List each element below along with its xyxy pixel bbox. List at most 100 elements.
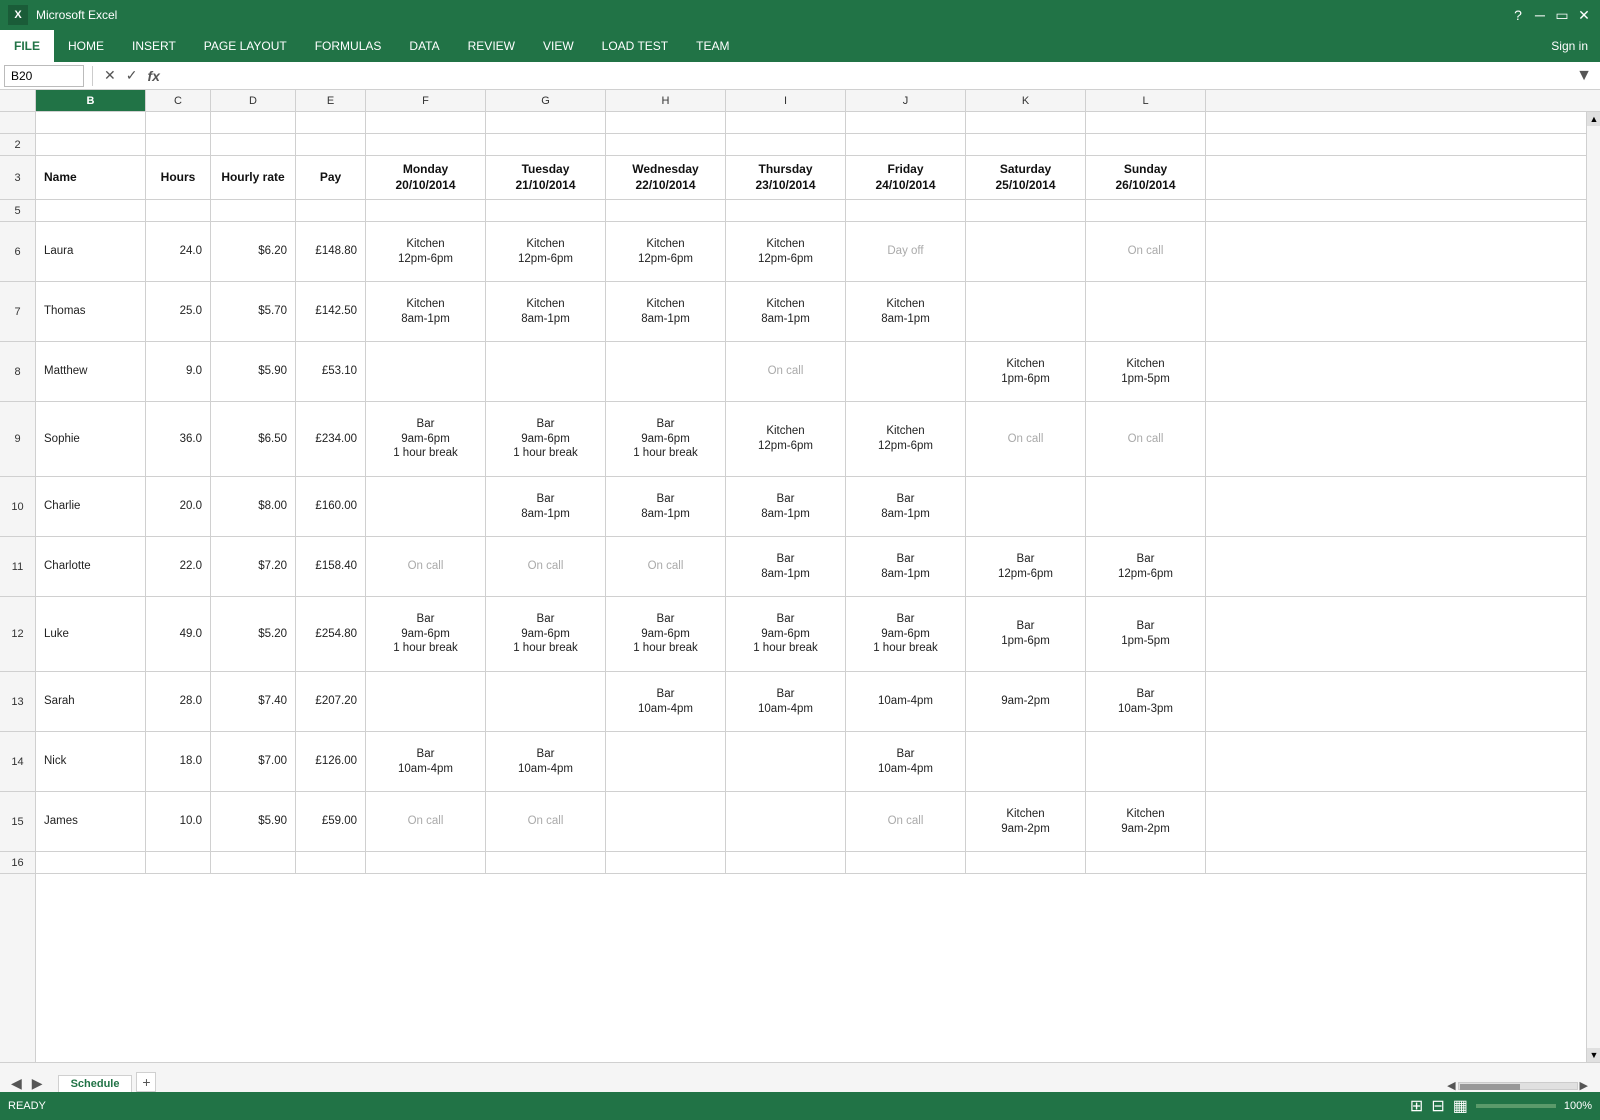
cell-f1[interactable] <box>366 112 486 133</box>
cell-sarah-sun[interactable]: Bar10am-3pm <box>1086 672 1206 731</box>
cell-h2[interactable] <box>606 134 726 155</box>
cell-thomas-hours[interactable]: 25.0 <box>146 282 211 341</box>
col-header-k[interactable]: K <box>966 90 1086 111</box>
col-header-c[interactable]: C <box>146 90 211 111</box>
cell-d16[interactable] <box>211 852 296 873</box>
cell-g5[interactable] <box>486 200 606 221</box>
cell-thomas-sun[interactable] <box>1086 282 1206 341</box>
col-header-i[interactable]: I <box>726 90 846 111</box>
cell-d2[interactable] <box>211 134 296 155</box>
cell-nick-hours[interactable]: 18.0 <box>146 732 211 791</box>
cell-james-rate[interactable]: $5.90 <box>211 792 296 851</box>
cell-charlotte-sun[interactable]: Bar12pm-6pm <box>1086 537 1206 596</box>
cell-sarah-hours[interactable]: 28.0 <box>146 672 211 731</box>
cell-f2[interactable] <box>366 134 486 155</box>
cell-sophie-wed[interactable]: Bar9am-6pm1 hour break <box>606 402 726 476</box>
cell-hourlyrate-header[interactable]: Hourly rate <box>211 156 296 199</box>
cell-thomas-mon[interactable]: Kitchen8am-1pm <box>366 282 486 341</box>
tab-insert[interactable]: INSERT <box>118 30 190 62</box>
cell-sophie-mon[interactable]: Bar9am-6pm1 hour break <box>366 402 486 476</box>
cell-matthew-name[interactable]: Matthew <box>36 342 146 401</box>
cell-e16[interactable] <box>296 852 366 873</box>
zoom-slider[interactable] <box>1476 1104 1556 1108</box>
sheet-tab-schedule[interactable]: Schedule <box>58 1075 133 1092</box>
cell-laura-mon[interactable]: Kitchen12pm-6pm <box>366 222 486 281</box>
cell-sarah-thu[interactable]: Bar10am-4pm <box>726 672 846 731</box>
cell-monday-header[interactable]: Monday 20/10/2014 <box>366 156 486 199</box>
cell-luke-tue[interactable]: Bar9am-6pm1 hour break <box>486 597 606 671</box>
cell-d1[interactable] <box>211 112 296 133</box>
cell-j5[interactable] <box>846 200 966 221</box>
cell-l16[interactable] <box>1086 852 1206 873</box>
cell-i5[interactable] <box>726 200 846 221</box>
cell-thomas-fri[interactable]: Kitchen8am-1pm <box>846 282 966 341</box>
cell-luke-sat[interactable]: Bar1pm-6pm <box>966 597 1086 671</box>
cell-nick-fri[interactable]: Bar10am-4pm <box>846 732 966 791</box>
confirm-formula-btn[interactable]: ✓ <box>123 67 141 84</box>
cell-james-hours[interactable]: 10.0 <box>146 792 211 851</box>
cell-hours-header[interactable]: Hours <box>146 156 211 199</box>
insert-function-btn[interactable]: fx <box>144 68 162 84</box>
cell-charlotte-thu[interactable]: Bar8am-1pm <box>726 537 846 596</box>
cell-g16[interactable] <box>486 852 606 873</box>
cell-laura-wed[interactable]: Kitchen12pm-6pm <box>606 222 726 281</box>
scroll-down-btn[interactable]: ▼ <box>1587 1048 1600 1062</box>
cell-b1[interactable] <box>36 112 146 133</box>
cell-luke-sun[interactable]: Bar1pm-5pm <box>1086 597 1206 671</box>
cell-l1[interactable] <box>1086 112 1206 133</box>
cell-sunday-header[interactable]: Sunday 26/10/2014 <box>1086 156 1206 199</box>
col-header-g[interactable]: G <box>486 90 606 111</box>
cell-nick-name[interactable]: Nick <box>36 732 146 791</box>
cell-d5[interactable] <box>211 200 296 221</box>
cell-luke-hours[interactable]: 49.0 <box>146 597 211 671</box>
cell-charlotte-name[interactable]: Charlotte <box>36 537 146 596</box>
cell-charlie-hours[interactable]: 20.0 <box>146 477 211 536</box>
formula-expand-btn[interactable]: ▼ <box>1572 67 1596 85</box>
horizontal-scroll-track[interactable] <box>1458 1082 1578 1090</box>
cell-sarah-rate[interactable]: $7.40 <box>211 672 296 731</box>
cell-nick-thu[interactable] <box>726 732 846 791</box>
cell-l2[interactable] <box>1086 134 1206 155</box>
col-header-b[interactable]: B <box>36 90 146 111</box>
view-layout-btn[interactable]: ⊟ <box>1431 1096 1444 1116</box>
cell-sophie-name[interactable]: Sophie <box>36 402 146 476</box>
sheet-scroll-right[interactable]: ▶ <box>1580 1079 1588 1092</box>
cell-matthew-sat[interactable]: Kitchen1pm-6pm <box>966 342 1086 401</box>
cell-luke-fri[interactable]: Bar9am-6pm1 hour break <box>846 597 966 671</box>
cell-h5[interactable] <box>606 200 726 221</box>
cell-nick-rate[interactable]: $7.00 <box>211 732 296 791</box>
col-header-e[interactable]: E <box>296 90 366 111</box>
cell-nick-sat[interactable] <box>966 732 1086 791</box>
cell-sarah-sat[interactable]: 9am-2pm <box>966 672 1086 731</box>
cell-sophie-sun[interactable]: On call <box>1086 402 1206 476</box>
cell-charlotte-tue[interactable]: On call <box>486 537 606 596</box>
cell-matthew-fri[interactable] <box>846 342 966 401</box>
cell-k2[interactable] <box>966 134 1086 155</box>
cell-james-tue[interactable]: On call <box>486 792 606 851</box>
cell-f5[interactable] <box>366 200 486 221</box>
cell-thomas-rate[interactable]: $5.70 <box>211 282 296 341</box>
cell-charlie-wed[interactable]: Bar8am-1pm <box>606 477 726 536</box>
col-header-d[interactable]: D <box>211 90 296 111</box>
cell-charlie-rate[interactable]: $8.00 <box>211 477 296 536</box>
cell-thomas-name[interactable]: Thomas <box>36 282 146 341</box>
tab-load-test[interactable]: LOAD TEST <box>588 30 682 62</box>
cell-nick-wed[interactable] <box>606 732 726 791</box>
cell-reference-box[interactable]: B20 <box>4 65 84 87</box>
cell-james-name[interactable]: James <box>36 792 146 851</box>
cell-charlotte-sat[interactable]: Bar12pm-6pm <box>966 537 1086 596</box>
tab-home[interactable]: HOME <box>54 30 118 62</box>
cell-james-pay[interactable]: £59.00 <box>296 792 366 851</box>
cell-b16[interactable] <box>36 852 146 873</box>
cell-laura-hours[interactable]: 24.0 <box>146 222 211 281</box>
cell-name-header[interactable]: Name <box>36 156 146 199</box>
cell-sarah-tue[interactable] <box>486 672 606 731</box>
cell-sophie-pay[interactable]: £234.00 <box>296 402 366 476</box>
cell-sarah-wed[interactable]: Bar10am-4pm <box>606 672 726 731</box>
cell-c2[interactable] <box>146 134 211 155</box>
prev-sheet-btn[interactable]: ◀ <box>8 1075 25 1092</box>
cell-c16[interactable] <box>146 852 211 873</box>
cell-luke-rate[interactable]: $5.20 <box>211 597 296 671</box>
cell-luke-mon[interactable]: Bar9am-6pm1 hour break <box>366 597 486 671</box>
cell-laura-rate[interactable]: $6.20 <box>211 222 296 281</box>
